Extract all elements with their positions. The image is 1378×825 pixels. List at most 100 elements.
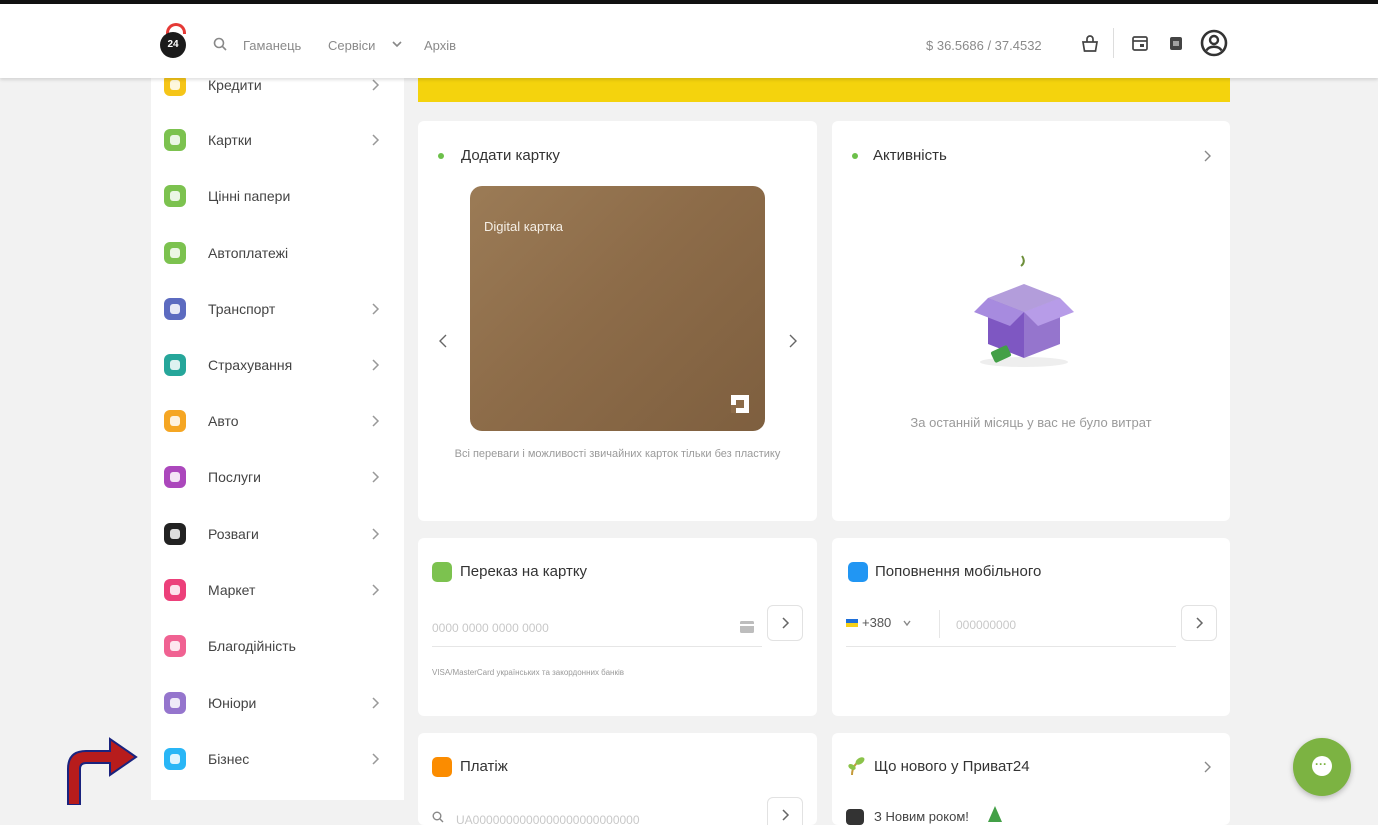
chevron-down-icon[interactable]: [903, 620, 911, 626]
mobile-icon: [848, 562, 868, 582]
mobile-topup-panel: Поповнення мобільного +380 000000000: [832, 538, 1230, 716]
chevron-down-icon[interactable]: [392, 39, 402, 49]
card-number-input[interactable]: 0000 0000 0000 0000: [432, 621, 549, 635]
calendar-icon[interactable]: [1131, 34, 1149, 52]
sidebar-item-securities[interactable]: Цінні папери: [151, 176, 404, 216]
sidebar-item-label: Маркет: [208, 582, 256, 598]
news-item-title[interactable]: З Новим роком!: [874, 809, 969, 824]
activity-title[interactable]: Активність: [873, 147, 947, 164]
chat-bubble-icon: [1312, 756, 1332, 776]
charity-icon: [164, 635, 186, 657]
business-icon: [164, 748, 186, 770]
sidebar-menu: Кредити Картки Цінні папери Автоплатежі …: [151, 74, 404, 800]
chat-button[interactable]: [1293, 738, 1351, 796]
transfer-submit-button[interactable]: [767, 605, 803, 641]
chevron-right-icon[interactable]: [1202, 149, 1212, 163]
sidebar-item-label: Розваги: [208, 526, 259, 542]
sidebar-item-auto[interactable]: Авто: [151, 401, 404, 441]
juniors-icon: [164, 692, 186, 714]
transfer-hint: VISA/MasterCard українських та закордонн…: [432, 668, 624, 677]
nav-wallet[interactable]: Гаманець: [243, 38, 301, 53]
user-avatar-icon[interactable]: [1200, 29, 1228, 57]
mobile-submit-button[interactable]: [1181, 605, 1217, 641]
chevron-right-icon: [372, 471, 380, 483]
sidebar-item-cards[interactable]: Картки: [151, 120, 404, 160]
market-icon: [164, 579, 186, 601]
sidebar-item-label: Страхування: [208, 357, 293, 373]
sidebar-item-services[interactable]: Послуги: [151, 457, 404, 497]
sidebar-item-label: Картки: [208, 132, 252, 148]
sidebar-item-insurance[interactable]: Страхування: [151, 345, 404, 385]
input-underline: [846, 646, 1176, 647]
input-underline: [432, 646, 762, 647]
payment-panel: Платіж UA0000000000000000000000000: [418, 733, 817, 825]
phone-number-input[interactable]: 000000000: [956, 618, 1016, 632]
chevron-right-icon: [372, 359, 380, 371]
news-title[interactable]: Що нового у Приват24: [874, 758, 1030, 775]
input-divider: [939, 610, 940, 638]
services-icon: [164, 466, 186, 488]
autopayments-icon: [164, 242, 186, 264]
payment-submit-button[interactable]: [767, 797, 803, 825]
header: 24 Гаманець Сервіси Архів $ 36.5686 / 37…: [0, 4, 1378, 78]
payment-title[interactable]: Платіж: [460, 758, 508, 775]
transfer-title[interactable]: Переказ на картку: [460, 563, 587, 580]
chevron-right-icon: [372, 415, 380, 427]
mobile-title[interactable]: Поповнення мобільного: [875, 563, 1041, 580]
empty-box-icon: [974, 255, 1074, 367]
sidebar-item-label: Авто: [208, 413, 239, 429]
carousel-prev-button[interactable]: [436, 332, 450, 350]
cards-icon: [164, 129, 186, 151]
sidebar-item-label: Автоплатежі: [208, 245, 289, 261]
sidebar-item-label: Бізнес: [208, 751, 250, 767]
chevron-right-icon: [372, 753, 380, 765]
auto-icon: [164, 410, 186, 432]
ukraine-flag-icon: [846, 619, 858, 627]
sidebar-item-label: Юніори: [208, 695, 257, 711]
chevron-right-icon: [782, 809, 790, 821]
chevron-right-icon[interactable]: [1202, 760, 1212, 774]
card-scan-icon[interactable]: [740, 621, 754, 633]
clipboard-icon[interactable]: [1168, 35, 1184, 51]
chevron-right-icon: [1196, 617, 1204, 629]
sidebar-item-label: Транспорт: [208, 301, 276, 317]
search-icon[interactable]: [213, 37, 227, 51]
sidebar-item-market[interactable]: Маркет: [151, 570, 404, 610]
news-item-thumbnail: [846, 809, 864, 825]
sidebar-item-juniors[interactable]: Юніори: [151, 683, 404, 723]
sidebar-item-business[interactable]: Бізнес: [151, 739, 404, 779]
chevron-right-icon: [372, 134, 380, 146]
privatbank-logo-icon: [731, 395, 749, 413]
digital-card-label: Digital картка: [484, 219, 564, 234]
carousel-next-button[interactable]: [786, 332, 800, 350]
entertainment-icon: [164, 523, 186, 545]
digital-card-image[interactable]: Digital картка: [470, 186, 765, 431]
transport-icon: [164, 298, 186, 320]
sidebar-item-autopayments[interactable]: Автоплатежі: [151, 233, 404, 273]
sidebar-item-charity[interactable]: Благодійність: [151, 626, 404, 666]
transfer-panel: Переказ на картку 0000 0000 0000 0000 VI…: [418, 538, 817, 716]
country-code[interactable]: +380: [862, 615, 891, 630]
christmas-tree-icon: [988, 806, 1002, 822]
payment-iban-input[interactable]: UA0000000000000000000000000: [456, 813, 640, 825]
sidebar-item-label: Благодійність: [208, 638, 296, 654]
sidebar-item-entertainment[interactable]: Розваги: [151, 514, 404, 554]
securities-icon: [164, 185, 186, 207]
nav-archive[interactable]: Архів: [424, 38, 456, 53]
shopping-bag-icon[interactable]: [1080, 33, 1100, 53]
add-card-description: Всі переваги і можливості звичайних карт…: [454, 448, 781, 460]
privat24-logo[interactable]: 24: [160, 32, 186, 58]
chevron-right-icon: [372, 584, 380, 596]
add-card-title[interactable]: Додати картку: [461, 147, 560, 164]
activity-empty-text: За останній місяць у вас не було витрат: [910, 415, 1152, 430]
sidebar-item-transport[interactable]: Транспорт: [151, 289, 404, 329]
chevron-right-icon: [372, 697, 380, 709]
search-icon: [432, 811, 444, 823]
news-panel: Що нового у Приват24 З Новим роком!: [832, 733, 1230, 825]
chevron-right-icon: [372, 303, 380, 315]
nav-services[interactable]: Сервіси: [328, 38, 375, 53]
exchange-rate: $ 36.5686 / 37.4532: [926, 38, 1042, 53]
header-divider: [1113, 28, 1114, 58]
promo-banner[interactable]: [418, 78, 1230, 102]
status-dot: [852, 153, 858, 159]
